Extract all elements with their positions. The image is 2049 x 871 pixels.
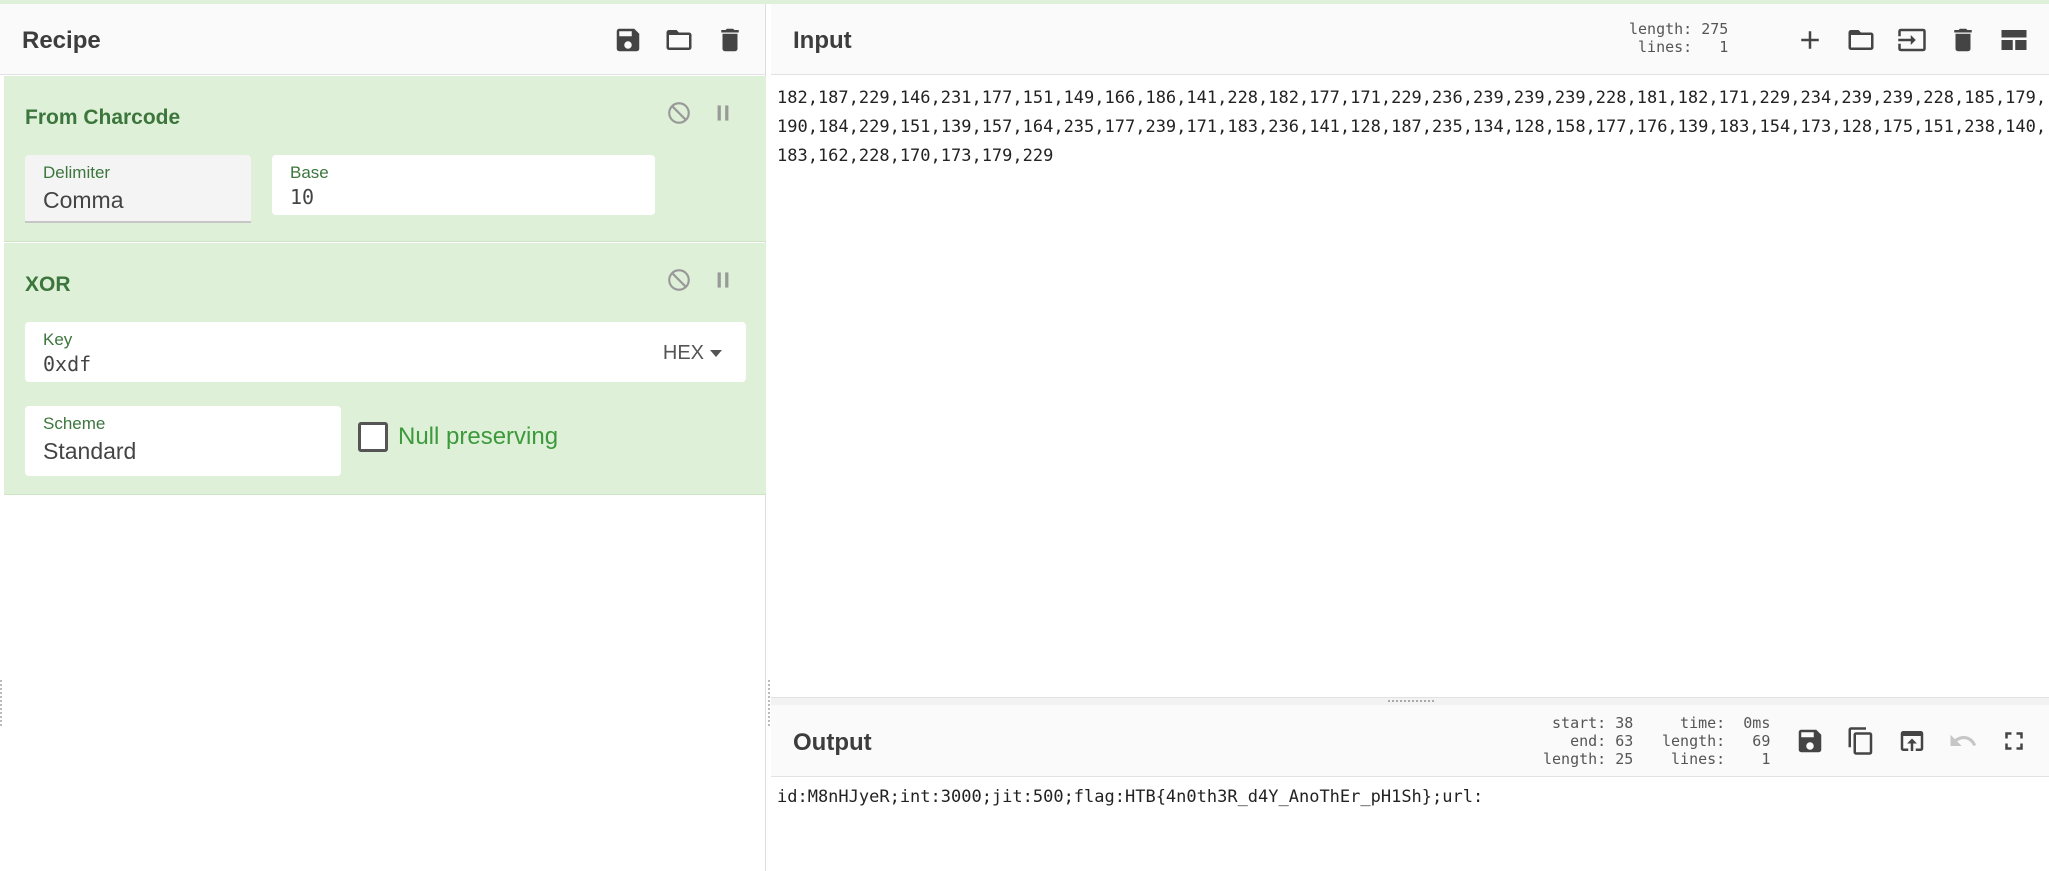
scheme-value: Standard — [43, 438, 137, 464]
pause-icon[interactable] — [710, 267, 736, 293]
input-title: Input — [793, 27, 852, 54]
input-panel: Input length: 275 lines: 1 182,187,229,1… — [771, 4, 2049, 701]
open-folder-button[interactable] — [1886, 22, 1937, 58]
key-value: 0xdf — [43, 352, 92, 376]
delimiter-value: Comma — [43, 187, 124, 213]
save-icon — [616, 28, 639, 52]
save-output-button[interactable] — [1784, 723, 1835, 759]
recipe-title: Recipe — [22, 27, 101, 54]
output-selection-stats: start: 38 end: 63 length: 25 — [1543, 714, 1634, 768]
replace-input-with-output-button[interactable] — [1886, 723, 1937, 759]
load-recipe-button[interactable] — [653, 22, 704, 58]
copy-output-button[interactable] — [1835, 723, 1886, 759]
maximise-output-button[interactable] — [1988, 723, 2039, 759]
plus-icon — [1800, 31, 1819, 49]
output-title: Output — [793, 729, 872, 756]
input-textarea[interactable]: 182,187,229,146,231,177,151,149,166,186,… — [777, 84, 2047, 171]
save-icon — [1798, 729, 1821, 753]
clear-recipe-button[interactable] — [704, 22, 755, 58]
recipe-header: Recipe — [0, 4, 765, 75]
operation-controls — [666, 267, 736, 293]
operation-from-charcode[interactable]: From Charcode Delimiter Comma Base 10 — [4, 76, 766, 242]
null-preserving-checkbox[interactable]: Null preserving — [358, 422, 558, 452]
chevron-down-icon — [710, 350, 722, 357]
folder-icon — [1848, 30, 1873, 50]
output-toolbar — [1784, 723, 2039, 759]
delimiter-label: Delimiter — [43, 163, 111, 182]
input-header: Input length: 275 lines: 1 — [771, 4, 2049, 75]
input-toolbar — [1784, 22, 2039, 58]
folder-icon — [666, 30, 691, 50]
key-format-dropdown[interactable]: HEX — [663, 342, 722, 365]
open-external-icon — [1900, 731, 1923, 751]
input-arrow-icon — [1897, 28, 1926, 52]
undo-button[interactable] — [1937, 723, 1988, 759]
base-label: Base — [290, 163, 329, 182]
output-header: Output start: 38 end: 63 length: 25 time… — [771, 705, 2049, 777]
output-text[interactable]: id:M8nHJyeR;int:3000;jit:500;flag:HTB{4n… — [777, 783, 2047, 812]
open-file-button[interactable] — [1835, 22, 1886, 58]
recipe-panel: Recipe From Charcode Delimiter Comma Bas… — [0, 4, 766, 871]
layout-icon — [2001, 30, 2026, 50]
copy-icon — [1848, 727, 1872, 755]
trash-icon — [1953, 28, 1972, 52]
output-stats: time: 0ms length: 69 lines: 1 — [1662, 714, 1771, 768]
undo-icon — [1950, 734, 1976, 746]
resize-grip — [1388, 700, 1434, 702]
recipe-toolbar — [602, 22, 755, 58]
left-resize-handle[interactable] — [0, 680, 3, 726]
operation-xor[interactable]: XOR Key 0xdf HEX Scheme Standard — [4, 243, 766, 495]
key-label: Key — [43, 330, 73, 349]
operation-title: From Charcode — [25, 106, 181, 129]
io-resize-handle[interactable] — [771, 697, 2049, 705]
reset-layout-button[interactable] — [1988, 22, 2039, 58]
key-input[interactable]: Key 0xdf HEX — [25, 322, 746, 382]
scheme-label: Scheme — [43, 414, 106, 433]
scheme-select[interactable]: Scheme Standard — [25, 406, 341, 476]
disable-icon[interactable] — [666, 100, 692, 126]
save-recipe-button[interactable] — [602, 22, 653, 58]
base-input[interactable]: Base 10 — [272, 155, 655, 215]
null-preserving-label: Null preserving — [398, 423, 559, 450]
key-format-value: HEX — [662, 342, 704, 364]
clear-input-button[interactable] — [1937, 22, 1988, 58]
operation-title: XOR — [25, 273, 71, 296]
checkbox-box[interactable] — [358, 422, 388, 452]
base-value: 10 — [290, 185, 315, 209]
disable-icon[interactable] — [666, 267, 692, 293]
add-input-tab-button[interactable] — [1784, 22, 1835, 58]
pause-icon[interactable] — [710, 100, 736, 126]
delimiter-select[interactable]: Delimiter Comma — [25, 155, 251, 223]
operation-controls — [666, 100, 736, 126]
output-panel: Output start: 38 end: 63 length: 25 time… — [771, 705, 2049, 871]
trash-icon — [720, 28, 739, 52]
input-stats: length: 275 lines: 1 — [1629, 20, 1729, 56]
fullscreen-icon — [2004, 732, 2023, 750]
